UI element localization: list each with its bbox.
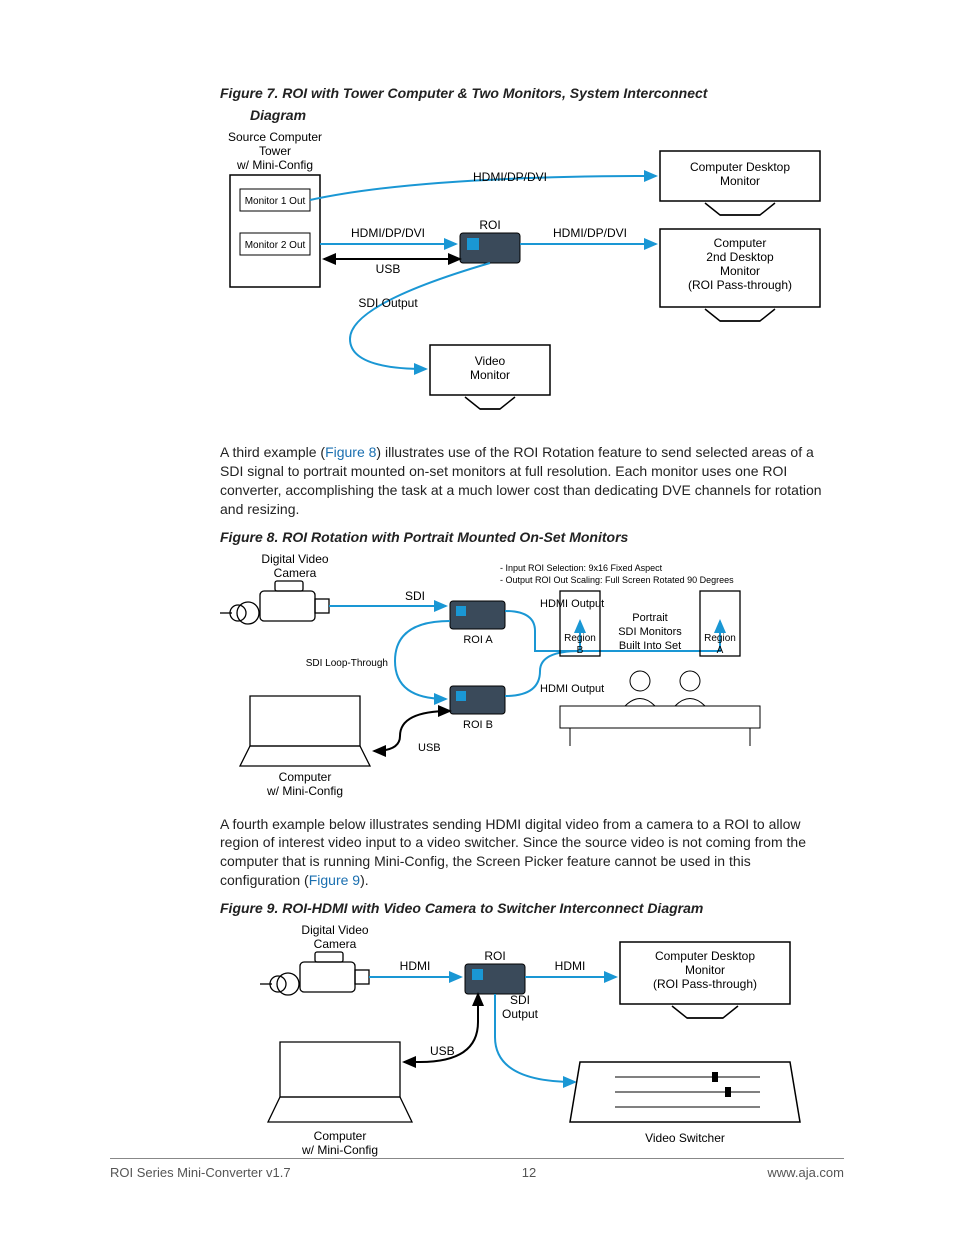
svg-text:USB: USB xyxy=(418,742,441,754)
svg-text:Computer: Computer xyxy=(314,1129,367,1143)
footer-page-number: 12 xyxy=(522,1165,536,1180)
svg-text:Output: Output xyxy=(502,1007,539,1021)
svg-text:Computer: Computer xyxy=(279,770,332,784)
svg-text:(ROI Pass-through): (ROI Pass-through) xyxy=(653,977,757,991)
figure-7-caption-line1: Figure 7. ROI with Tower Computer & Two … xyxy=(220,85,844,101)
svg-text:Tower: Tower xyxy=(259,144,291,158)
svg-text:HDMI Output: HDMI Output xyxy=(540,683,604,695)
footer-left: ROI Series Mini-Converter v1.7 xyxy=(110,1165,291,1180)
svg-text:w/ Mini-Config: w/ Mini-Config xyxy=(236,158,313,172)
figure-7-caption-line2: Diagram xyxy=(250,107,844,123)
link-figure-8[interactable]: Figure 8 xyxy=(325,444,376,460)
svg-text:Region: Region xyxy=(704,633,736,644)
svg-text:Portrait: Portrait xyxy=(632,612,667,624)
figure-9-diagram: Digital Video Camera ROI Computer Deskto… xyxy=(220,922,844,1172)
svg-text:2nd Desktop: 2nd Desktop xyxy=(706,250,774,264)
svg-text:Video: Video xyxy=(475,354,506,368)
svg-text:Monitor: Monitor xyxy=(720,264,760,278)
svg-text:SDI Output: SDI Output xyxy=(358,296,418,310)
svg-text:- Output ROI Out Scaling: Full: - Output ROI Out Scaling: Full Screen Ro… xyxy=(500,575,734,585)
svg-text:SDI Monitors: SDI Monitors xyxy=(618,626,682,638)
svg-text:HDMI: HDMI xyxy=(400,959,431,973)
svg-text:Monitor: Monitor xyxy=(470,368,510,382)
figure-8-caption: Figure 8. ROI Rotation with Portrait Mou… xyxy=(220,529,844,545)
svg-text:Monitor 2 Out: Monitor 2 Out xyxy=(245,240,306,251)
svg-text:USB: USB xyxy=(430,1044,455,1058)
svg-text:SDI: SDI xyxy=(510,993,530,1007)
svg-text:ROI B: ROI B xyxy=(463,719,493,731)
svg-text:A: A xyxy=(717,645,724,656)
svg-text:B: B xyxy=(577,645,584,656)
svg-text:w/ Mini-Config: w/ Mini-Config xyxy=(301,1143,378,1157)
svg-text:Digital Video: Digital Video xyxy=(301,923,368,937)
document-page: Figure 7. ROI with Tower Computer & Two … xyxy=(0,0,954,1235)
svg-text:Video Switcher: Video Switcher xyxy=(645,1131,725,1145)
svg-text:Computer Desktop: Computer Desktop xyxy=(690,160,790,174)
paragraph-fourth-example: A fourth example below illustrates sendi… xyxy=(220,815,830,891)
svg-text:w/ Mini-Config: w/ Mini-Config xyxy=(266,784,343,798)
figure-8-diagram: Digital Video Camera - Input ROI Selecti… xyxy=(220,551,844,801)
svg-text:SDI Loop-Through: SDI Loop-Through xyxy=(306,658,388,669)
svg-text:HDMI: HDMI xyxy=(555,959,586,973)
svg-text:USB: USB xyxy=(376,262,401,276)
svg-text:Monitor: Monitor xyxy=(720,174,760,188)
svg-text:HDMI/DP/DVI: HDMI/DP/DVI xyxy=(351,226,425,240)
svg-text:ROI: ROI xyxy=(484,949,505,963)
footer-right: www.aja.com xyxy=(767,1165,844,1180)
svg-text:Monitor 1 Out: Monitor 1 Out xyxy=(245,196,306,207)
svg-text:Region: Region xyxy=(564,633,596,644)
link-figure-9[interactable]: Figure 9 xyxy=(309,872,360,888)
paragraph-third-example: A third example (Figure 8) illustrates u… xyxy=(220,443,830,519)
svg-text:Computer: Computer xyxy=(714,236,767,250)
svg-text:(ROI Pass-through): (ROI Pass-through) xyxy=(688,278,792,292)
svg-text:ROI A: ROI A xyxy=(463,634,493,646)
svg-text:HDMI Output: HDMI Output xyxy=(540,598,604,610)
svg-text:ROI: ROI xyxy=(479,218,500,232)
svg-text:- Input ROI Selection: 9x16 Fi: - Input ROI Selection: 9x16 Fixed Aspect xyxy=(500,563,663,573)
svg-text:SDI: SDI xyxy=(405,589,425,603)
figure-7-diagram: Source Computer Tower w/ Mini-Config Mon… xyxy=(220,129,844,429)
page-footer: ROI Series Mini-Converter v1.7 12 www.aj… xyxy=(110,1158,844,1180)
svg-text:Source Computer: Source Computer xyxy=(228,130,322,144)
svg-text:Camera: Camera xyxy=(274,566,317,580)
svg-text:Computer Desktop: Computer Desktop xyxy=(655,949,755,963)
svg-text:HDMI/DP/DVI: HDMI/DP/DVI xyxy=(473,170,547,184)
svg-text:Monitor: Monitor xyxy=(685,963,725,977)
svg-text:Camera: Camera xyxy=(314,937,357,951)
svg-text:HDMI/DP/DVI: HDMI/DP/DVI xyxy=(553,226,627,240)
figure-9-caption: Figure 9. ROI-HDMI with Video Camera to … xyxy=(220,900,844,916)
svg-text:Built Into Set: Built Into Set xyxy=(619,640,681,652)
svg-text:Digital Video: Digital Video xyxy=(261,552,328,566)
